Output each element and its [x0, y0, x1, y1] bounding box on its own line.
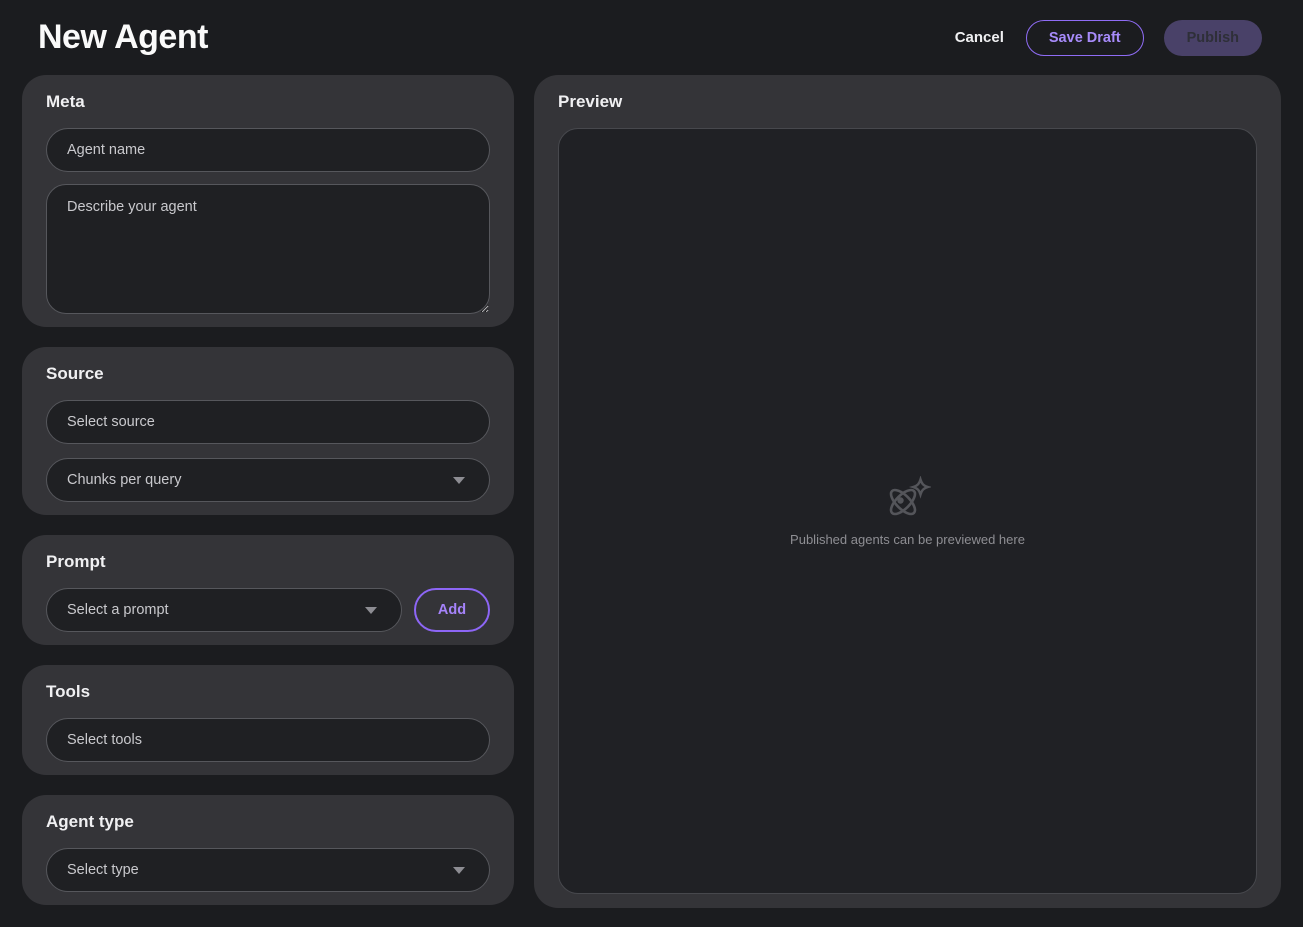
- tools-card: Tools: [22, 665, 514, 775]
- source-card: Source Chunks per query: [22, 347, 514, 515]
- save-draft-button[interactable]: Save Draft: [1026, 20, 1144, 56]
- preview-card: Preview Published agents can be previewe…: [534, 75, 1281, 908]
- prompt-select-value: Select a prompt: [67, 602, 169, 618]
- prompt-card: Prompt Select a prompt Add: [22, 535, 514, 645]
- preview-empty-state: Published agents can be previewed here: [790, 476, 1025, 547]
- agent-type-select-value: Select type: [67, 862, 139, 878]
- agent-type-card-title: Agent type: [46, 812, 490, 832]
- chevron-down-icon: [453, 867, 465, 874]
- select-tools-input[interactable]: [46, 718, 490, 762]
- select-source-input[interactable]: [46, 400, 490, 444]
- preview-card-title: Preview: [558, 92, 1257, 112]
- content: Meta Source Chunks per query Prompt Sele…: [0, 75, 1303, 927]
- tools-card-title: Tools: [46, 682, 490, 702]
- meta-card: Meta: [22, 75, 514, 327]
- cancel-button[interactable]: Cancel: [953, 21, 1006, 54]
- header: New Agent Cancel Save Draft Publish: [0, 0, 1303, 75]
- prompt-card-title: Prompt: [46, 552, 490, 572]
- chevron-down-icon: [453, 477, 465, 484]
- agent-type-select[interactable]: Select type: [46, 848, 490, 892]
- meta-card-title: Meta: [46, 92, 490, 112]
- new-agent-page: New Agent Cancel Save Draft Publish Meta…: [0, 0, 1303, 927]
- prompt-select[interactable]: Select a prompt: [46, 588, 402, 632]
- chunks-per-query-select[interactable]: Chunks per query: [46, 458, 490, 502]
- agent-type-card: Agent type Select type: [22, 795, 514, 905]
- source-card-title: Source: [46, 364, 490, 384]
- chunks-per-query-value: Chunks per query: [67, 472, 181, 488]
- preview-empty-text: Published agents can be previewed here: [790, 532, 1025, 547]
- atom-sparkle-icon: [883, 476, 931, 520]
- agent-name-input[interactable]: [46, 128, 490, 172]
- page-title: New Agent: [38, 18, 208, 57]
- header-actions: Cancel Save Draft Publish: [953, 20, 1262, 56]
- publish-button[interactable]: Publish: [1164, 20, 1262, 56]
- preview-panel: Published agents can be previewed here: [558, 128, 1257, 894]
- form-column: Meta Source Chunks per query Prompt Sele…: [22, 75, 514, 908]
- prompt-row: Select a prompt Add: [46, 588, 490, 632]
- chevron-down-icon: [365, 607, 377, 614]
- agent-description-textarea[interactable]: [46, 184, 490, 314]
- add-prompt-button[interactable]: Add: [414, 588, 490, 632]
